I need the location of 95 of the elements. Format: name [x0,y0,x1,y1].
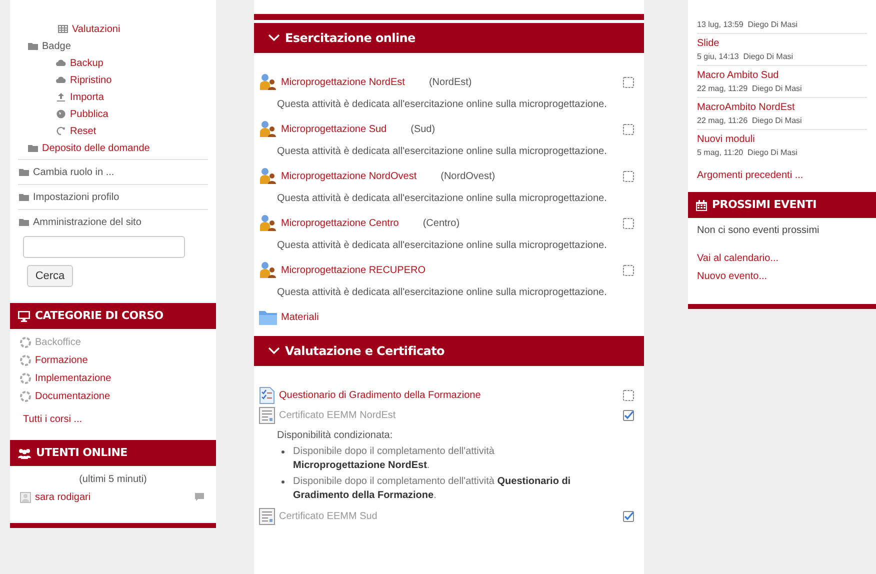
people-icon [259,74,277,90]
search-field[interactable] [23,236,185,258]
chevron-down-icon [268,34,280,42]
completion-checkbox-icon[interactable] [623,390,634,400]
restriction-condition: Disponibile dopo il completamento dell'attività Microprogettazione NordEst. [293,445,496,473]
section-header[interactable]: Valutazione e Certificato [254,336,644,366]
folder-icon [19,217,29,227]
category-icon [20,336,31,348]
activity-description: Questa attività è dedicata all'esercitazione online sulla microprogettazione. [276,145,608,159]
older-posts-link[interactable]: Argomenti precedenti ... [697,168,867,183]
restriction-title: Disponibilità condizionata: [277,429,394,443]
section-title: Esercitazione online [285,30,416,47]
activity-description: Questa attività è dedicata all'esercitazione online sulla microprogettazione. [276,98,608,112]
post-link[interactable]: Slide [697,36,867,51]
online-period: (ultimi 5 minuti) [78,473,148,487]
users-icon [18,448,31,458]
people-icon [259,262,277,278]
nav-link[interactable]: Reset [70,124,96,138]
group-label: (Centro) [422,216,460,230]
nav-folder[interactable]: Cambia ruolo in ... [33,164,114,180]
group-label: (NordOvest) [440,170,496,184]
category-link[interactable]: Documentazione [35,388,110,404]
globe-icon [56,109,66,119]
search-button[interactable]: Cerca [27,265,73,287]
nav-link[interactable]: Backup [70,56,104,70]
folder-icon [19,167,29,177]
restriction-condition: Disponibile dopo il completamento dell'attività Questionario di Gradimento della Formazione. [293,475,572,503]
folder-icon [259,310,277,324]
chevron-down-icon [268,347,280,355]
category-icon [20,390,31,402]
activity-link[interactable]: Microprogettazione Centro [281,216,399,230]
activity-description: Questa attività è dedicata all'esercitazione online sulla microprogettazione. [276,192,608,206]
activity-link[interactable]: Microprogettazione RECUPERO [281,262,426,278]
reset-icon [56,126,66,136]
category-icon [20,372,31,384]
folder-icon [19,192,29,202]
post-meta: 13 lug, 13:59 Diego Di Masi [697,19,798,31]
completion-checkbox-icon[interactable] [623,124,634,134]
bullet-icon [281,450,285,454]
post-meta: 5 giu, 14:13 Diego Di Masi [697,51,794,63]
completion-checkbox-icon[interactable] [623,264,634,276]
upload-icon [56,92,66,102]
block-title: UTENTI ONLINE [36,444,128,461]
group-label: (NordEst) [428,76,472,90]
activity-link[interactable]: Materiali [281,310,319,324]
nav-folder[interactable]: Impostazioni profilo [33,190,120,204]
event-link[interactable]: Vai al calendario... [697,251,867,266]
block-title: CATEGORIE DI CORSO [35,308,164,324]
activity-link[interactable]: Microprogettazione NordOvest [281,168,417,184]
nav-link[interactable]: Pubblica [70,106,108,122]
folder-icon [28,143,38,153]
block-title: PROSSIMI EVENTI [712,196,816,213]
event-link[interactable]: Nuovo evento... [697,269,867,284]
activity-description: Questa attività è dedicata all'esercitazione online sulla microprogettazione. [276,239,608,253]
nav-folder[interactable]: Badge [42,38,71,54]
activity-link[interactable]: Microprogettazione NordEst [281,74,405,90]
section-header[interactable]: Esercitazione online [254,23,644,53]
nav-link[interactable]: Ripristino [70,72,112,88]
user-link[interactable]: sara rodigari [35,490,191,504]
post-meta: 22 mag, 11:26 Diego Di Masi [697,115,803,127]
nav-link[interactable]: Deposito delle domande [42,140,150,156]
activity-link[interactable]: Microprogettazione Sud [281,122,387,136]
post-link[interactable]: Macro Ambito Sud [697,68,867,83]
all-courses-link[interactable]: Tutti i corsi ... [10,412,216,427]
completion-checkbox-icon[interactable] [623,218,634,228]
calendar-icon [696,200,707,210]
category-icon [20,354,31,366]
table-icon [58,24,68,34]
category-link[interactable]: Formazione [35,352,88,368]
post-link[interactable]: Nuovi moduli [697,132,867,147]
nav-folder[interactable]: Amministrazione del sito [33,214,142,230]
document-icon [259,508,275,524]
completion-checkbox-icon[interactable] [623,170,634,182]
nav-link[interactable]: Valutazioni [72,22,120,36]
avatar-icon [20,492,31,502]
people-icon [259,215,277,231]
post-link[interactable]: MacroAmbito NordEst [697,100,867,115]
survey-icon [259,386,275,404]
document-icon [259,406,275,424]
completion-checkbox-icon[interactable] [623,76,634,88]
nav-link[interactable]: Importa [70,90,104,104]
activity-link[interactable]: Questionario di Gradimento della Formazione [279,388,481,402]
group-label: (Sud) [410,122,436,136]
monitor-icon [18,310,30,322]
section-title: Valutazione e Certificato [285,343,444,360]
folder-icon [28,41,38,51]
people-icon [259,121,277,137]
category-link[interactable]: Implementazione [35,370,112,386]
activity-description: Questa attività è dedicata all'esercitazione online sulla microprogettazione. [276,286,608,300]
no-events-text: Non ci sono eventi prossimi [696,224,820,238]
people-icon [259,168,277,184]
bullet-icon [281,480,285,484]
post-meta: 5 mag, 11:20 Diego Di Masi [697,147,798,159]
post-meta: 22 mag, 11:29 Diego Di Masi [697,83,803,95]
message-icon[interactable] [195,493,204,501]
